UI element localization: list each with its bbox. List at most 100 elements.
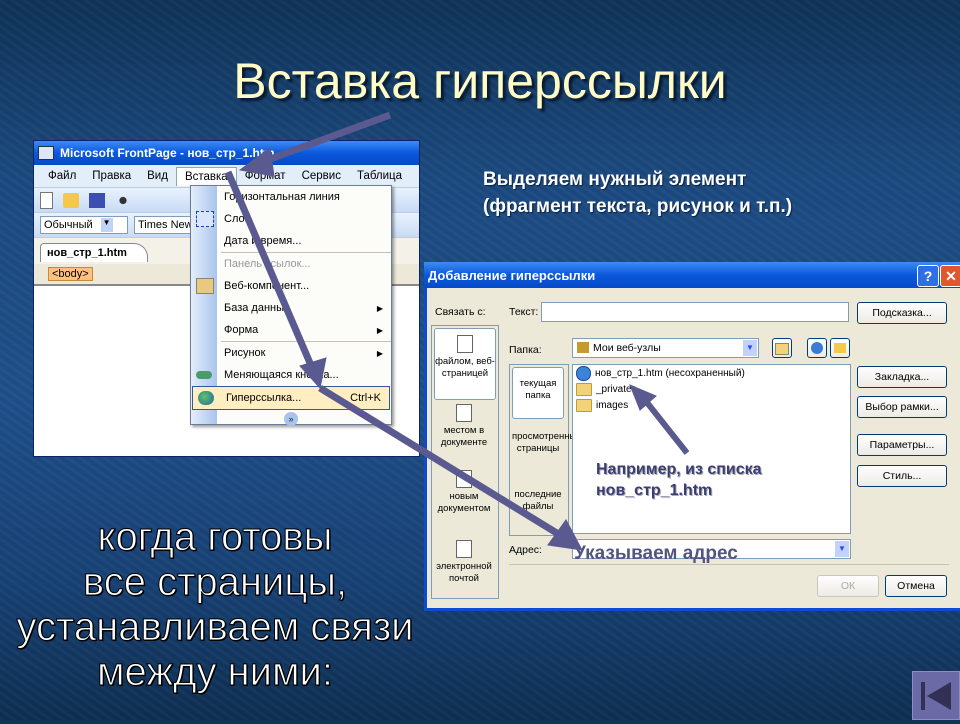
first-slide-button[interactable]	[912, 671, 960, 720]
body-tag[interactable]: <body>	[48, 267, 93, 281]
email-icon	[456, 540, 472, 558]
menu-tools[interactable]: Сервис	[294, 167, 349, 185]
save-icon[interactable]	[89, 192, 105, 208]
note-line: устанавливаем связи	[16, 605, 414, 650]
frontpage-app-icon	[38, 146, 54, 160]
dialog-titlebar: Добавление гиперссылки ? ✕	[424, 262, 960, 288]
file-list-item[interactable]: нов_стр_1.htm (несохраненный)	[573, 365, 850, 381]
expand-menu-button[interactable]: »	[191, 410, 391, 428]
style-button[interactable]: Стиль...	[857, 465, 947, 487]
look-in-browsed-pages[interactable]: просмотренные страницы	[512, 431, 582, 455]
new-document-icon	[456, 470, 472, 488]
hint-line: нов_стр_1.htm	[596, 482, 713, 499]
folder-combo-value: Мои веб-узлы	[593, 342, 661, 354]
menu-item-picture[interactable]: Рисунок ▶	[191, 342, 391, 364]
look-in-current-folder[interactable]: текущая папка	[512, 367, 564, 419]
menu-insert[interactable]: Вставка	[175, 166, 237, 186]
link-to-email[interactable]: электронной почтой	[434, 540, 494, 585]
find-icon[interactable]	[115, 192, 131, 208]
font-combo-value: Times New	[138, 219, 193, 231]
menu-item-label: База данных	[224, 302, 290, 314]
menu-item-label: Слой	[224, 213, 251, 225]
chevron-down-icon: ▼	[100, 218, 113, 232]
file-name: images	[596, 399, 629, 411]
submenu-arrow-icon: ▶	[376, 325, 383, 335]
folder-combo[interactable]: Мои веб-узлы ▼	[572, 338, 759, 358]
link-to-label: Связать с:	[435, 306, 486, 318]
web-sites-folder-icon	[577, 342, 589, 353]
hint-choose-from-list: Например, из списка нов_стр_1.htm	[596, 459, 762, 501]
menu-item-form[interactable]: Форма ▶	[191, 319, 391, 341]
file-list-item[interactable]: _private	[573, 381, 850, 397]
file-list-item[interactable]: images	[573, 397, 850, 413]
browse-file-button[interactable]	[830, 338, 850, 358]
screentip-button[interactable]: Подсказка...	[857, 302, 947, 324]
frontpage-titlebar: Microsoft FrontPage - нов_стр_1.htm	[34, 141, 419, 165]
web-page-icon	[576, 365, 591, 381]
chevron-down-icon: ▼	[835, 541, 849, 557]
note-line: Выделяем нужный элемент	[483, 169, 747, 190]
menu-item-layer[interactable]: Слой	[191, 208, 391, 230]
style-combo-value: Обычный	[44, 219, 93, 231]
font-combo[interactable]: Times New	[134, 216, 197, 234]
note-link-pages: когда готовы все страницы, устанавливаем…	[0, 515, 430, 695]
folder-label: Папка:	[509, 344, 542, 356]
link-to-new-document[interactable]: новым документом	[434, 470, 494, 515]
link-to-label-text: новым документом	[437, 491, 491, 514]
menu-item-hyperlink[interactable]: Гиперссылка... Ctrl+K	[192, 386, 390, 410]
parameters-button[interactable]: Параметры...	[857, 434, 947, 456]
ok-button[interactable]: ОК	[817, 575, 879, 597]
link-to-label-text: файлом, веб-страницей	[435, 356, 495, 379]
folder-icon	[576, 382, 592, 396]
note-line: когда готовы	[97, 515, 333, 560]
address-label: Адрес:	[509, 544, 542, 556]
menu-item-database[interactable]: База данных ▶	[191, 297, 391, 319]
menu-item-interactive-button[interactable]: Меняющаяся кнопка...	[191, 364, 391, 386]
menu-item-label: Горизонтальная линия	[224, 191, 340, 203]
style-combo[interactable]: Обычный ▼	[40, 216, 128, 234]
menu-item-label: Панель ссылок...	[224, 258, 311, 270]
menu-item-shortcut: Ctrl+K	[350, 392, 381, 404]
web-component-icon	[196, 278, 214, 294]
up-folder-icon	[775, 343, 789, 355]
tab-new-page[interactable]: нов_стр_1.htm	[40, 243, 148, 262]
menu-view[interactable]: Вид	[139, 167, 176, 185]
up-one-folder-button[interactable]	[772, 338, 792, 358]
look-in-label: последние файлы	[514, 489, 562, 512]
link-to-bar: файлом, веб-страницей местом в документе…	[431, 325, 499, 599]
browse-web-button[interactable]	[807, 338, 827, 358]
link-to-place-in-document[interactable]: местом в документе	[434, 404, 494, 449]
chevron-double-down-icon: »	[284, 412, 298, 426]
text-label: Текст:	[509, 306, 539, 318]
menu-edit[interactable]: Правка	[84, 167, 139, 185]
slide-title: Вставка гиперссылки	[233, 53, 727, 109]
look-in-label: текущая папка	[519, 378, 557, 401]
menu-item-horizontal-line[interactable]: Горизонтальная линия	[191, 186, 391, 208]
close-button[interactable]: ✕	[940, 265, 960, 287]
link-to-existing-file[interactable]: файлом, веб-страницей	[434, 328, 496, 400]
text-input[interactable]	[541, 302, 849, 322]
file-name: _private	[596, 383, 632, 395]
interactive-button-icon	[196, 371, 212, 379]
menu-item-web-component[interactable]: Веб-компонент...	[191, 275, 391, 297]
bookmark-button[interactable]: Закладка...	[857, 366, 947, 388]
menu-table[interactable]: Таблица	[349, 167, 410, 185]
web-page-icon	[457, 335, 473, 353]
hint-enter-address: Указываем адрес	[574, 543, 738, 564]
layer-icon	[196, 211, 214, 227]
file-list: нов_стр_1.htm (несохраненный) _private i…	[572, 364, 851, 534]
target-frame-button[interactable]: Выбор рамки...	[857, 396, 947, 418]
note-select-element: Выделяем нужный элемент (фрагмент текста…	[483, 166, 792, 220]
link-to-label-text: электронной почтой	[436, 561, 492, 584]
menu-file[interactable]: Файл	[40, 167, 84, 185]
help-button[interactable]: ?	[917, 265, 939, 287]
cancel-button[interactable]: Отмена	[885, 575, 947, 597]
look-in-recent-files[interactable]: последние файлы	[512, 489, 564, 513]
menu-item-label: Рисунок	[224, 347, 266, 359]
note-line: все страницы,	[82, 560, 348, 605]
menu-item-date-time[interactable]: Дата и время...	[191, 230, 391, 252]
open-folder-icon[interactable]	[63, 192, 79, 208]
new-page-icon[interactable]	[40, 191, 53, 209]
menu-format[interactable]: Формат	[237, 167, 294, 185]
link-to-label-text: местом в документе	[440, 425, 488, 448]
